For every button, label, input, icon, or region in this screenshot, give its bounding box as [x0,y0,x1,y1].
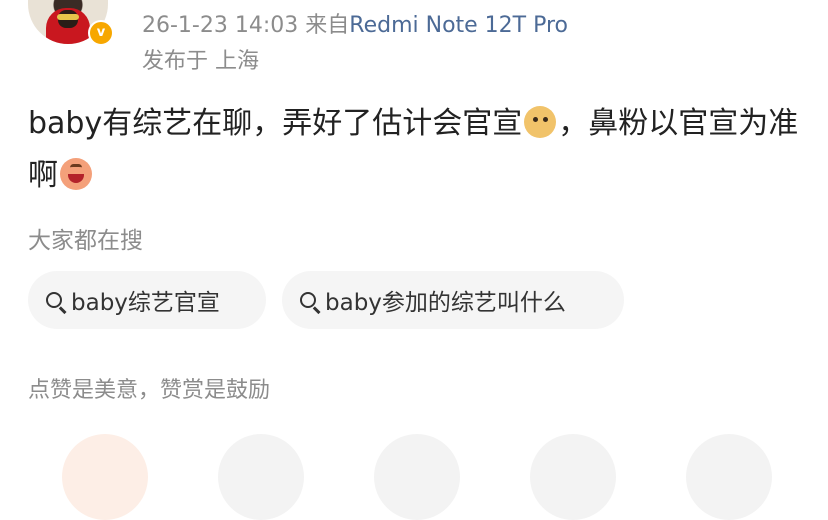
reward-option-4[interactable] [530,434,616,520]
post-body: baby有综艺在聊，弄好了估计会官宣 ，鼻粉以官宣为准啊 [28,98,808,202]
post-location: 发布于 上海 [142,49,259,74]
post-timestamp: 26-1-23 14:03 [142,13,299,38]
reward-option-1[interactable] [62,434,148,520]
source-prefix: 来自 [305,13,350,38]
post-text-part1: baby有综艺在聊，弄好了估计会官宣 [28,106,523,141]
reward-option-5[interactable] [686,434,772,520]
more-options-icon[interactable]: ⌃ [772,0,794,6]
search-chip-2[interactable]: baby参加的综艺叫什么 [282,271,624,329]
search-chip-label: baby综艺官宣 [71,290,220,316]
search-chip-1[interactable]: baby综艺官宣 [28,271,266,329]
reward-option-3[interactable] [374,434,460,520]
reward-option-2[interactable] [218,434,304,520]
search-icon [300,292,316,308]
device-link[interactable]: Redmi Note 12T Pro [349,13,568,38]
doge-emoji-icon [524,106,557,138]
post-meta: 26-1-23 14:03 来自Redmi Note 12T Pro [142,10,568,42]
verified-badge-icon: v [88,20,114,46]
reward-label: 点赞是美意，赞赏是鼓励 [28,378,271,403]
trending-search-label: 大家都在搜 [28,228,143,254]
laugh-emoji-icon [60,158,92,190]
avatar-glasses [57,14,79,20]
search-icon [46,292,62,308]
search-chip-label: baby参加的综艺叫什么 [325,290,566,316]
